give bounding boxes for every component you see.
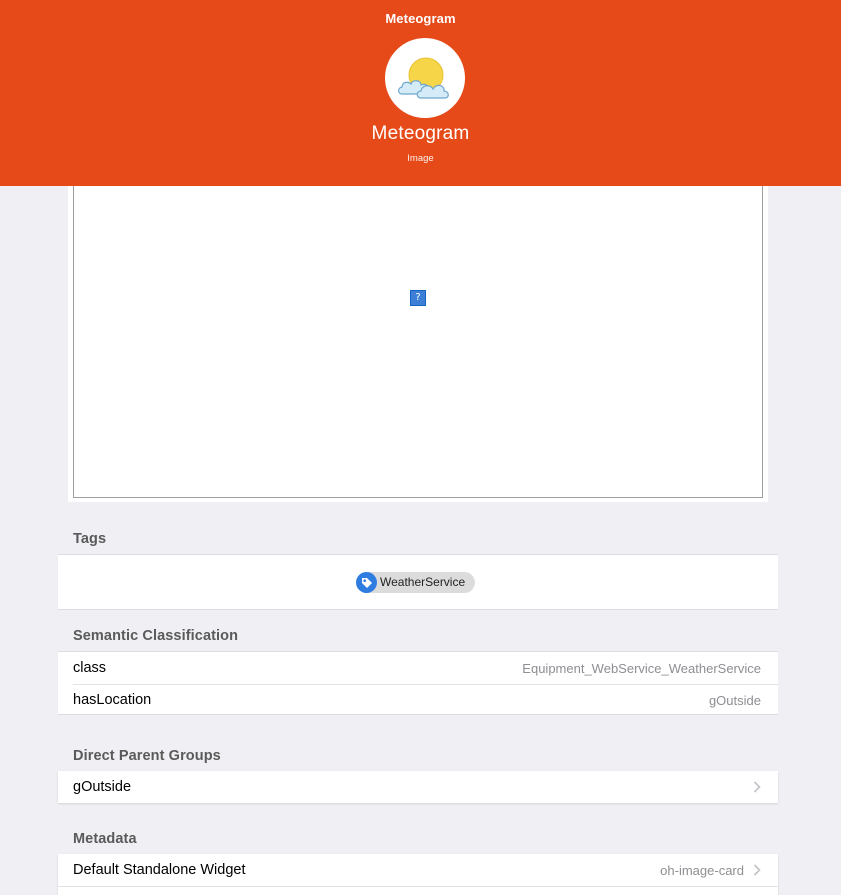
semantic-row-haslocation: hasLocation gOutside xyxy=(58,684,778,716)
navbar-title: Meteogram xyxy=(385,11,456,26)
chevron-right-icon xyxy=(753,781,761,793)
parent-groups-list: gOutside xyxy=(58,771,778,803)
tags-section-title: Tags xyxy=(73,531,107,547)
metadata-row-default-widget[interactable]: Default Standalone Widget oh-image-card xyxy=(58,854,778,886)
image-card: ? xyxy=(68,186,768,502)
meteogram-image: ? xyxy=(73,186,763,498)
row-label: Default Standalone Widget xyxy=(73,862,246,878)
row-label: hasLocation xyxy=(73,692,152,708)
item-label: Meteogram xyxy=(371,123,470,144)
chevron-right-icon xyxy=(753,864,761,876)
parent-group-row-goutside[interactable]: gOutside xyxy=(58,771,778,803)
broken-image-icon: ? xyxy=(410,290,426,306)
item-header: Meteogram Meteogram Image xyxy=(0,0,841,186)
semantic-list: class Equipment_WebService_WeatherServic… xyxy=(58,651,778,715)
row-value: Equipment_WebService_WeatherService xyxy=(522,660,761,676)
row-divider xyxy=(58,886,778,887)
tag-chip-weatherservice[interactable]: WeatherService xyxy=(356,572,476,593)
tag-icon xyxy=(356,572,377,593)
row-label: gOutside xyxy=(73,779,132,795)
row-label: class xyxy=(73,660,107,676)
semantic-section-title: Semantic Classification xyxy=(73,628,239,644)
metadata-section-title: Metadata xyxy=(73,831,137,847)
semantic-row-class: class Equipment_WebService_WeatherServic… xyxy=(58,652,778,684)
row-value: oh-image-card xyxy=(660,862,744,878)
tag-label: WeatherService xyxy=(380,575,466,589)
weather-sun-cloud-icon xyxy=(385,38,465,118)
parent-groups-section-title: Direct Parent Groups xyxy=(73,748,221,764)
metadata-list: Default Standalone Widget oh-image-card xyxy=(58,854,778,895)
row-value: gOutside xyxy=(708,692,761,708)
item-type: Image xyxy=(407,153,434,164)
tags-block: WeatherService xyxy=(58,554,778,610)
